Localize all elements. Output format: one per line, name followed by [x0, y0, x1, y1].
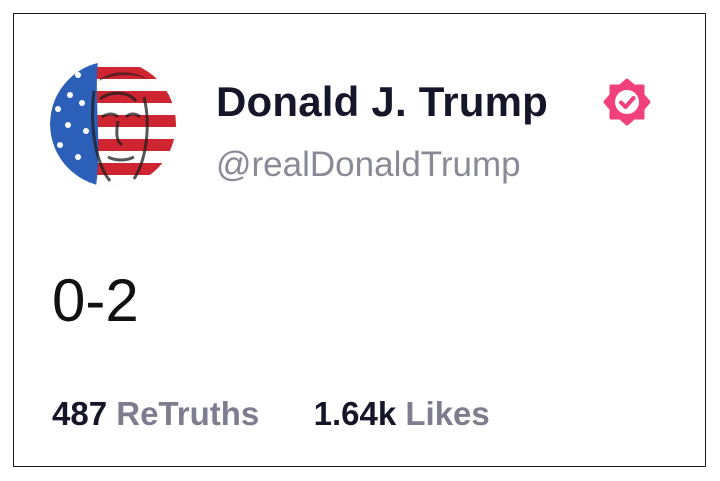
- avatar[interactable]: [50, 61, 176, 187]
- avatar-image: [50, 61, 176, 187]
- likes-stat[interactable]: 1.64k Likes: [314, 395, 490, 432]
- retruths-label: ReTruths: [116, 395, 260, 432]
- display-name[interactable]: Donald J. Trump: [216, 78, 548, 126]
- likes-label: Likes: [405, 395, 490, 432]
- post-text: 0-2: [52, 267, 139, 334]
- verified-badge-icon: [603, 78, 651, 126]
- user-handle[interactable]: @realDonaldTrump: [216, 145, 521, 185]
- retruths-stat[interactable]: 487 ReTruths: [52, 395, 268, 432]
- likes-count: 1.64k: [313, 395, 397, 432]
- post-stats: 487 ReTruths 1.64k Likes: [52, 395, 490, 433]
- retruths-count: 487: [52, 395, 108, 432]
- post-card: Donald J. Trump @realDonaldTrump 0-2 487…: [13, 13, 706, 467]
